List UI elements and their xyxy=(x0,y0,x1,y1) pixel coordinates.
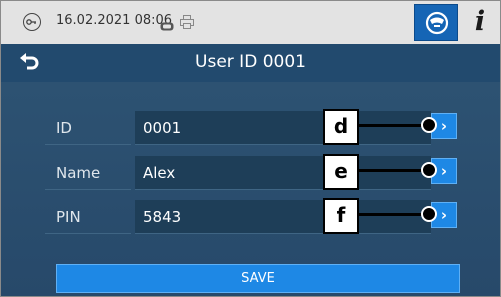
status-datetime: 16.02.2021 08:06 xyxy=(56,13,173,28)
callout-line xyxy=(357,213,427,216)
callout-dot xyxy=(421,117,437,133)
divider xyxy=(45,144,131,145)
form-row-pin: PIN 5843 › f xyxy=(1,198,500,234)
user-form: ID 0001 › d Name Alex › e PIN 5843 › f S… xyxy=(1,82,500,296)
callout-label-f: f xyxy=(323,198,359,234)
printer-icon xyxy=(180,14,194,29)
id-label: ID xyxy=(56,119,72,137)
callout-dot xyxy=(421,162,437,178)
key-icon xyxy=(23,13,41,31)
title-bar: User ID 0001 xyxy=(1,44,500,82)
pin-label: PIN xyxy=(56,208,81,226)
pin-value: 5843 xyxy=(143,208,182,226)
callout-label-d: d xyxy=(323,109,359,145)
callout-line xyxy=(357,169,427,172)
info-icon[interactable]: i xyxy=(467,5,493,39)
sd-card-icon xyxy=(160,16,174,31)
divider xyxy=(45,189,131,190)
callout-label-e: e xyxy=(323,154,359,190)
name-label: Name xyxy=(56,164,101,182)
callout-line xyxy=(357,124,427,127)
save-button[interactable]: SAVE xyxy=(56,264,460,293)
name-value: Alex xyxy=(143,164,176,182)
status-bar: 16.02.2021 08:06 i xyxy=(1,1,500,44)
callout-dot xyxy=(421,206,437,222)
divider xyxy=(45,233,131,234)
id-value: 0001 xyxy=(143,119,182,137)
form-row-name: Name Alex › e xyxy=(1,154,500,190)
sterilizer-button[interactable] xyxy=(414,4,458,41)
sterilizer-icon xyxy=(425,11,449,35)
page-title: User ID 0001 xyxy=(195,52,306,72)
form-row-id: ID 0001 › d xyxy=(1,109,500,145)
screen: 16.02.2021 08:06 i User ID 0001 ID 0001 … xyxy=(0,0,501,297)
